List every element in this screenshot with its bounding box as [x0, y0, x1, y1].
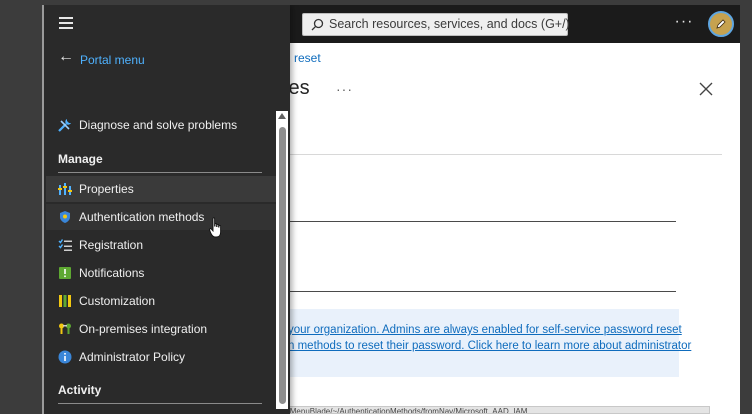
back-label: Portal menu	[80, 53, 145, 67]
divider	[284, 154, 722, 155]
search-icon	[311, 18, 324, 31]
section-heading-manage: Manage	[58, 152, 103, 166]
sidebar-item-label: Properties	[79, 182, 134, 196]
sidebar-item-properties[interactable]: Properties	[46, 176, 276, 202]
sidebar-item-label: Diagnose and solve problems	[79, 118, 238, 132]
sidebar-item-customization[interactable]: Customization	[46, 288, 276, 314]
sidebar-item-label: Administrator Policy	[79, 350, 186, 364]
notification-icon	[59, 267, 71, 279]
section-heading-activity: Activity	[58, 383, 102, 397]
customization-icon	[59, 295, 71, 307]
scrollbar-thumb[interactable]	[279, 127, 286, 404]
close-icon[interactable]	[698, 81, 714, 97]
sidebar-item-label: Customization	[79, 294, 156, 308]
scroll-up-arrow-icon[interactable]	[278, 113, 286, 119]
properties-icon	[58, 183, 72, 195]
registration-icon	[58, 239, 72, 251]
sidebar-item-administrator-policy[interactable]: Administrator Policy	[46, 344, 276, 370]
sidebar-item-onprem-integration[interactable]: On-premises integration	[46, 316, 276, 342]
shield-icon	[60, 211, 70, 223]
info-banner: your organization. Admins are always ena…	[284, 309, 691, 377]
portal-menu-sidebar: ← Portal menu Diagnose and solve problem…	[44, 5, 290, 414]
hand-cursor-icon	[209, 217, 222, 238]
back-to-portal-menu[interactable]: ← Portal menu	[58, 49, 238, 69]
sidebar-item-label: On-premises integration	[79, 322, 208, 336]
field-underline	[284, 221, 676, 222]
section-divider	[58, 172, 262, 173]
more-options-icon[interactable]: ···	[674, 14, 694, 32]
field-underline	[284, 291, 676, 292]
hamburger-menu-icon[interactable]	[59, 17, 73, 29]
portal-window: Search resources, services, and docs (G+…	[42, 5, 740, 414]
sidebar-item-label: Authentication methods	[79, 210, 205, 224]
sidebar-item-registration[interactable]: Registration	[46, 232, 276, 258]
pen-icon	[716, 19, 726, 29]
info-link-line2[interactable]: n methods to reset their password. Click…	[288, 340, 691, 352]
sidebar-item-notifications[interactable]: Notifications	[46, 260, 276, 286]
sidebar-item-label: Notifications	[79, 266, 145, 280]
search-box[interactable]: Search resources, services, and docs (G+…	[302, 13, 570, 36]
search-placeholder: Search resources, services, and docs (G+…	[329, 17, 570, 31]
onprem-icon	[59, 323, 71, 334]
wrench-icon	[58, 119, 71, 132]
sidebar-item-diagnose[interactable]: Diagnose and solve problems	[46, 112, 276, 138]
info-icon	[58, 350, 72, 364]
info-link-line1[interactable]: your organization. Admins are always ena…	[288, 324, 682, 336]
avatar[interactable]	[708, 11, 734, 37]
title-more-icon[interactable]: ···	[336, 81, 353, 97]
section-divider	[58, 403, 262, 404]
sidebar-item-label: Registration	[79, 238, 144, 252]
back-arrow-icon: ←	[58, 48, 74, 65]
sidebar-item-authentication-methods[interactable]: Authentication methods	[46, 204, 276, 230]
